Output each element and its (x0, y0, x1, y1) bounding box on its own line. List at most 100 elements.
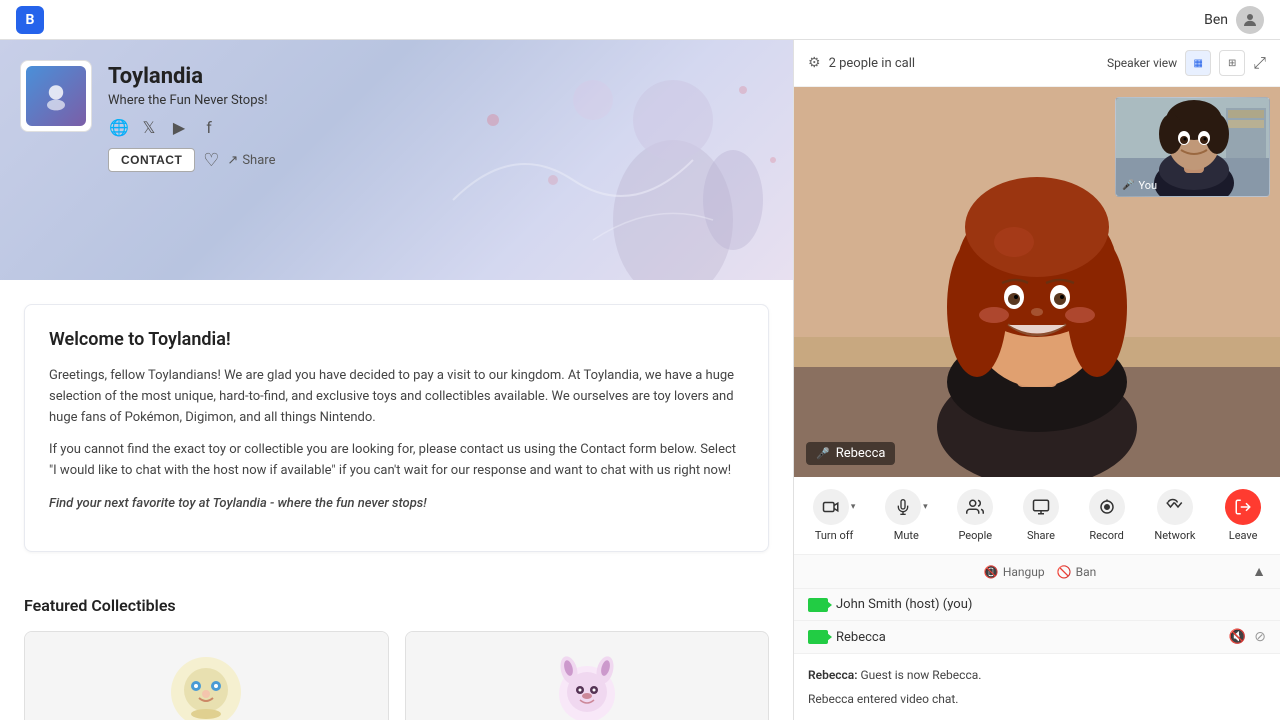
pip-video-you[interactable]: 🎤 You (1115, 97, 1270, 197)
like-button[interactable]: ♡ (203, 150, 219, 171)
video-area: 🎤 Rebecca (794, 87, 1280, 477)
company-logo-icon (38, 78, 74, 114)
participants-header: 📵 Hangup 🚫 Ban ▲ (794, 555, 1280, 588)
people-icon (957, 489, 993, 525)
network-icon (1157, 489, 1193, 525)
record-label: Record (1089, 529, 1123, 542)
toy1-svg (166, 652, 246, 720)
share-icon (1023, 489, 1059, 525)
pip-mic-icon: 🎤 (1122, 180, 1134, 191)
user-avatar[interactable] (1236, 6, 1264, 34)
hero-banner: Toylandia Where the Fun Never Stops! 🌐 𝕏… (0, 40, 793, 280)
user-area: Ben (1204, 6, 1264, 34)
content-section: Welcome to Toylandia! Greetings, fellow … (0, 280, 793, 596)
chat-panel: Rebecca: Guest is now Rebecca. Rebecca e… (794, 654, 1280, 720)
participant-actions: 📵 Hangup 🚫 Ban (984, 565, 1096, 579)
turn-off-label: Turn off (815, 529, 854, 542)
participant-john-indicator (808, 598, 828, 612)
participant-row-rebecca: Rebecca 🔇 ⊘ (794, 620, 1280, 653)
featured-grid (24, 631, 769, 720)
right-panel: ⚙ 2 people in call Speaker view ▦ ⊞ ⤢ (793, 40, 1280, 720)
participant-rebecca-controls: 🔇 ⊘ (1229, 629, 1266, 645)
company-tagline: Where the Fun Never Stops! (108, 93, 275, 108)
collapse-button[interactable]: ▲ (1252, 563, 1266, 580)
leave-button[interactable]: Leave (1217, 485, 1269, 546)
leave-label: Leave (1229, 529, 1258, 542)
rebecca-name-tag: 🎤 Rebecca (806, 442, 895, 465)
contact-button[interactable]: CONTACT (108, 148, 195, 172)
mute-button[interactable]: ▾ Mute (877, 485, 936, 546)
featured-item-1[interactable] (24, 631, 389, 720)
share-label: Share (1027, 529, 1055, 542)
website-icon[interactable]: 🌐 (108, 116, 130, 138)
network-label: Network (1154, 529, 1195, 542)
speaker-view-label: Speaker view (1107, 56, 1177, 70)
participant-rebecca-left: Rebecca (808, 630, 886, 645)
chat-text-2: Rebecca entered video chat. (808, 692, 958, 706)
ban-action[interactable]: 🚫 Ban (1057, 565, 1097, 579)
chat-message-1: Rebecca: Guest is now Rebecca. (808, 666, 1266, 684)
company-name: Toylandia (108, 64, 275, 89)
network-button[interactable]: Network (1146, 485, 1203, 546)
participant-block-icon[interactable]: ⊘ (1254, 629, 1266, 645)
record-icon (1089, 489, 1125, 525)
featured-item-2[interactable] (405, 631, 770, 720)
participants-panel: 📵 Hangup 🚫 Ban ▲ John Smith (host) (you) (794, 555, 1280, 654)
ban-label: Ban (1076, 565, 1097, 579)
company-actions: CONTACT ♡ ↗ Share (108, 148, 275, 172)
people-button[interactable]: People (949, 485, 1001, 546)
share-icon: ↗ (227, 153, 238, 168)
participant-john-left: John Smith (host) (you) (808, 597, 972, 612)
participant-rebecca-indicator (808, 630, 828, 644)
featured-title: Featured Collectibles (24, 596, 769, 615)
welcome-para2: If you cannot find the exact toy or coll… (49, 440, 744, 482)
username-label: Ben (1204, 12, 1228, 28)
toy2-svg (547, 652, 627, 720)
featured-item-1-image (25, 632, 388, 720)
company-info: Toylandia Where the Fun Never Stops! 🌐 𝕏… (108, 60, 275, 172)
share-button[interactable]: ↗ Share (227, 153, 275, 168)
grid-view-active-btn[interactable]: ▦ (1185, 50, 1211, 76)
left-panel: Toylandia Where the Fun Never Stops! 🌐 𝕏… (0, 40, 793, 720)
twitter-icon[interactable]: 𝕏 (138, 116, 160, 138)
welcome-para1: Greetings, fellow Toylandians! We are gl… (49, 366, 744, 428)
participant-mute-icon[interactable]: 🔇 (1229, 629, 1246, 645)
leave-icon (1225, 489, 1261, 525)
call-controls: ▾ Turn off ▾ Mute (794, 477, 1280, 555)
settings-icon[interactable]: ⚙ (808, 55, 821, 71)
app-logo: B (16, 6, 44, 34)
mic-on-icon: 🎤 (816, 447, 830, 460)
ban-icon: 🚫 (1057, 565, 1072, 579)
featured-section: Featured Collectibles (0, 596, 793, 720)
social-icons: 🌐 𝕏 ▶ f (108, 116, 275, 138)
participant-john-name: John Smith (host) (you) (836, 597, 972, 612)
pip-participant-name: You (1138, 179, 1157, 192)
turn-off-button[interactable]: ▾ Turn off (805, 485, 864, 546)
people-label: People (958, 529, 992, 542)
hero-decoration (393, 40, 793, 280)
record-button[interactable]: Record (1081, 485, 1133, 546)
facebook-icon[interactable]: f (198, 116, 220, 138)
mute-chevron[interactable]: ▾ (923, 502, 928, 512)
welcome-para3: Find your next favorite toy at Toylandia… (49, 494, 744, 515)
mute-label: Mute (894, 529, 919, 542)
welcome-title: Welcome to Toylandia! (49, 329, 744, 350)
company-logo (20, 60, 92, 132)
people-count: 2 people in call (829, 56, 915, 71)
welcome-card: Welcome to Toylandia! Greetings, fellow … (24, 304, 769, 552)
camera-icon (813, 489, 849, 525)
participant-rebecca-name: Rebecca (836, 630, 886, 645)
chat-text-1: Guest is now Rebecca. (861, 668, 982, 682)
hangup-label: Hangup (1003, 565, 1045, 579)
hangup-icon: 📵 (984, 565, 999, 579)
grid-view-btn[interactable]: ⊞ (1219, 50, 1245, 76)
logo-area: B (16, 6, 44, 34)
hangup-action[interactable]: 📵 Hangup (984, 565, 1045, 579)
main-container: Toylandia Where the Fun Never Stops! 🌐 𝕏… (0, 40, 1280, 720)
youtube-icon[interactable]: ▶ (168, 116, 190, 138)
camera-chevron[interactable]: ▾ (851, 502, 856, 512)
share-button[interactable]: Share (1015, 485, 1067, 546)
expand-button[interactable]: ⤢ (1253, 53, 1266, 73)
view-controls: Speaker view ▦ ⊞ ⤢ (1107, 50, 1266, 76)
call-header: ⚙ 2 people in call Speaker view ▦ ⊞ ⤢ (794, 40, 1280, 87)
